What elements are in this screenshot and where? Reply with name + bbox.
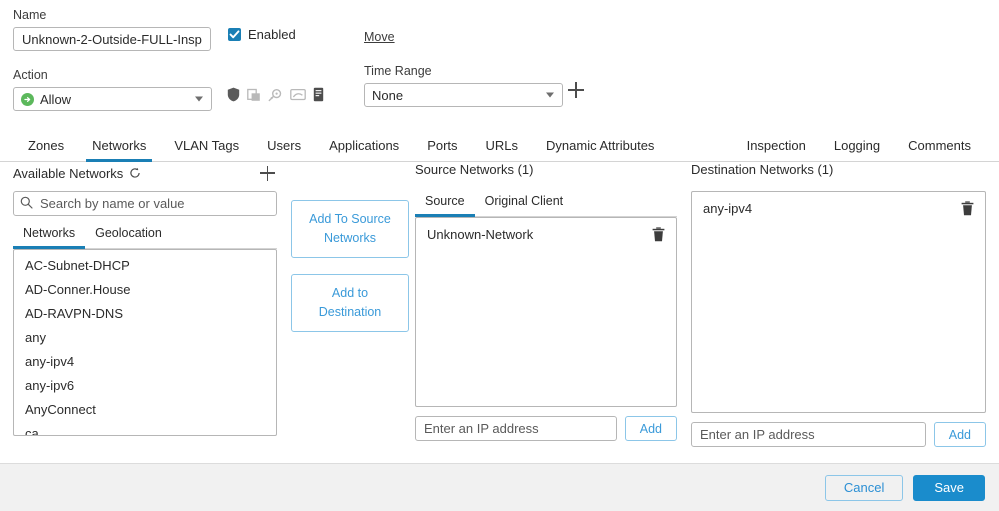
tab-ports[interactable]: Ports [413,138,471,161]
source-networks-subtabs: Source Original Client [415,194,677,217]
trash-icon[interactable] [961,201,974,216]
time-range-label: Time Range [364,64,432,78]
refresh-icon[interactable] [129,167,141,179]
add-to-source-line2: Networks [323,231,377,245]
destination-networks-list: any-ipv4 [691,191,986,413]
list-item[interactable]: any-ipv4 [14,350,276,374]
source-add-ip-button[interactable]: Add [624,416,677,441]
source-networks-panel: Source Networks (1) Source Original Clie… [415,162,677,441]
add-to-source-networks-button[interactable]: Add To Source Networks [291,200,409,258]
subtab-source[interactable]: Source [415,194,475,217]
source-ip-input[interactable] [415,416,617,441]
add-to-destination-button[interactable]: Add to Destination [291,274,409,332]
source-network-label: Unknown-Network [427,227,534,242]
tab-inspection[interactable]: Inspection [733,138,820,161]
list-item[interactable]: any-ipv6 [14,374,276,398]
destination-networks-panel: Destination Networks (1) any-ipv4 Add [691,162,986,447]
list-item[interactable]: any-ipv4 [692,198,985,219]
list-item[interactable]: any [14,326,276,350]
enabled-checkbox-group[interactable]: Enabled [228,27,296,42]
action-field-group: Action Allow [13,68,212,111]
destination-ip-entry-row: Add [691,422,986,447]
add-to-source-line1: Add To Source [309,212,391,226]
identity-policy-icon[interactable] [268,88,283,102]
dialog-footer: Cancel Save [0,463,999,511]
available-networks-search-wrap [13,191,277,216]
available-networks-header: Available Networks [13,162,277,184]
subtab-networks[interactable]: Networks [13,226,86,249]
rule-tabbar: Zones Networks VLAN Tags Users Applicati… [0,128,999,162]
networks-tab-content: Available Networks Networks [0,162,999,450]
tab-users[interactable]: Users [253,138,315,161]
list-item[interactable]: ca [14,422,276,435]
available-networks-panel: Available Networks Networks [13,162,277,436]
list-item[interactable]: Unknown-Network [416,224,676,245]
enabled-checkbox[interactable] [228,28,241,41]
tab-urls[interactable]: URLs [472,138,533,161]
chevron-down-icon [195,96,203,102]
safe-search-icon[interactable] [290,88,306,101]
chevron-down-icon [546,92,554,98]
name-input[interactable] [13,27,211,51]
tab-applications[interactable]: Applications [315,138,413,161]
subtab-original-client[interactable]: Original Client [475,194,574,216]
source-networks-list: Unknown-Network [415,217,677,407]
source-networks-title: Source Networks (1) [415,162,534,177]
action-select[interactable]: Allow [13,87,212,111]
destination-networks-title: Destination Networks (1) [691,162,834,177]
name-label: Name [13,8,47,22]
available-networks-title: Available Networks [13,165,124,181]
add-to-destination-line2: Destination [318,305,382,319]
intrusion-policy-icon[interactable] [227,87,240,102]
list-item[interactable]: AD-Conner.House [14,278,276,302]
destination-network-label: any-ipv4 [703,201,753,216]
tab-vlan-tags[interactable]: VLAN Tags [160,138,253,161]
cancel-button[interactable]: Cancel [824,474,904,501]
trash-icon[interactable] [652,227,665,242]
tab-dynamic-attributes[interactable]: Dynamic Attributes [532,138,668,161]
destination-add-ip-button[interactable]: Add [933,422,986,447]
save-button[interactable]: Save [913,474,985,501]
search-input[interactable] [13,191,277,216]
file-policy-icon[interactable] [247,88,261,102]
tab-networks[interactable]: Networks [78,138,160,162]
policy-icon-group [227,87,324,102]
source-ip-entry-row: Add [415,416,677,441]
time-range-field-group: Time Range None [364,64,563,107]
transfer-buttons: Add To Source Networks Add to Destinatio… [291,200,409,332]
tab-comments[interactable]: Comments [894,138,985,161]
time-range-select[interactable]: None [364,83,563,107]
list-item[interactable]: AnyConnect [14,398,276,422]
add-network-object-icon[interactable] [260,165,275,181]
action-label: Action [13,68,48,82]
available-networks-list[interactable]: AC-Subnet-DHCP AD-Conner.House AD-RAVPN-… [13,249,277,436]
enabled-label: Enabled [248,27,296,42]
rule-header-form: Name Enabled Move Action Allow [0,0,999,128]
name-field-group: Name [13,8,211,51]
action-value: Allow [40,91,72,107]
available-networks-subtabs: Networks Geolocation [13,226,277,249]
time-range-value: None [372,87,404,103]
allow-arrow-icon [21,92,34,106]
destination-ip-input[interactable] [691,422,926,447]
tab-logging[interactable]: Logging [820,138,894,161]
add-time-range-icon[interactable] [568,82,584,98]
subtab-geolocation[interactable]: Geolocation [85,226,172,248]
tab-zones[interactable]: Zones [14,138,78,161]
move-link[interactable]: Move [364,30,395,44]
list-item[interactable]: AC-Subnet-DHCP [14,254,276,278]
logging-icon[interactable] [313,87,324,102]
add-to-destination-line1: Add to [331,286,369,300]
list-item[interactable]: AD-RAVPN-DNS [14,302,276,326]
available-networks-title-group: Available Networks [13,166,141,181]
